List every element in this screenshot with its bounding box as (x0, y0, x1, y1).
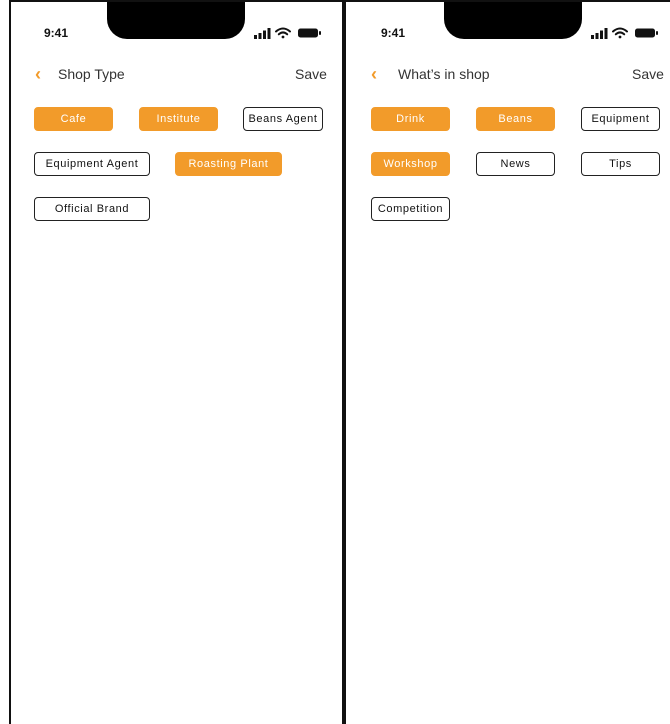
back-chevron-icon[interactable]: ‹ (371, 65, 377, 83)
signal-icon (254, 28, 271, 39)
page-title: What’s in shop (398, 66, 490, 82)
wifi-icon (612, 27, 628, 39)
chip-institute[interactable]: Institute (139, 107, 218, 131)
chip-drink[interactable]: Drink (371, 107, 450, 131)
chip-beans[interactable]: Beans (476, 107, 555, 131)
chip-equipment[interactable]: Equipment (581, 107, 660, 131)
battery-icon (635, 28, 658, 38)
phone-screen-whats-in-shop: 9:41 ‹ What’s in shop Save Drink Beans E… (344, 0, 670, 724)
chip-roasting-plant[interactable]: Roasting Plant (175, 152, 282, 176)
status-time: 9:41 (44, 26, 69, 40)
device-notch (107, 2, 245, 39)
page-title: Shop Type (58, 66, 125, 82)
phone-screen-shop-type: 9:41 ‹ Shop Type Save Cafe Institute Bea… (9, 0, 344, 724)
chip-beans-agent[interactable]: Beans Agent (243, 107, 323, 131)
status-icons (254, 26, 324, 40)
chip-equipment-agent[interactable]: Equipment Agent (34, 152, 150, 176)
save-button[interactable]: Save (632, 66, 664, 82)
device-notch (444, 2, 582, 39)
battery-icon (298, 28, 321, 38)
signal-icon (591, 28, 608, 39)
chip-cafe[interactable]: Cafe (34, 107, 113, 131)
chip-competition[interactable]: Competition (371, 197, 450, 221)
chip-workshop[interactable]: Workshop (371, 152, 450, 176)
chip-news[interactable]: News (476, 152, 555, 176)
chip-tips[interactable]: Tips (581, 152, 660, 176)
back-chevron-icon[interactable]: ‹ (35, 65, 41, 83)
chip-official-brand[interactable]: Official Brand (34, 197, 150, 221)
wifi-icon (275, 27, 291, 39)
status-time: 9:41 (381, 26, 406, 40)
status-icons (591, 26, 661, 40)
save-button[interactable]: Save (295, 66, 327, 82)
